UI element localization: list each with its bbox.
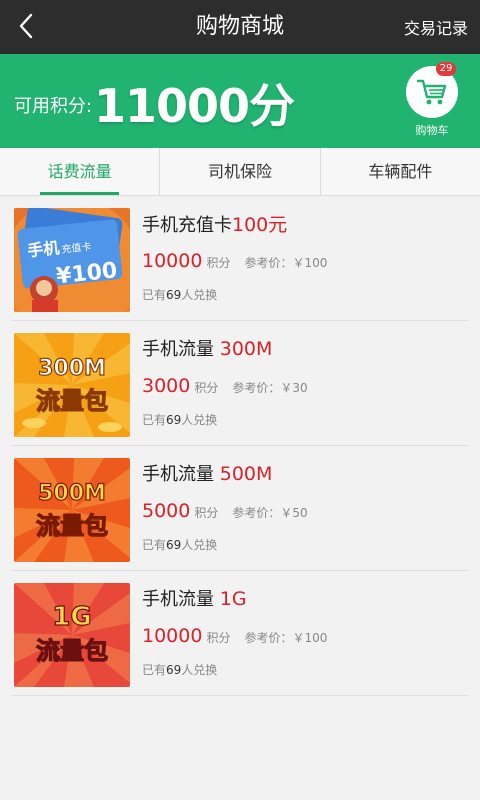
reference-price: 参考价：￥100 [244,631,328,645]
product-name-prefix: 手机流量 [142,464,214,485]
redeemed-prefix: 已有 [142,663,167,677]
redeemed-suffix: 人兑换 [181,663,218,677]
product-name-highlight: 100元 [232,214,288,236]
reference-price: 参考价：￥100 [244,256,328,270]
points-unit: 积分 [206,256,231,270]
redeemed-suffix: 人兑换 [181,413,218,427]
tab-driver-insurance[interactable]: 司机保险 [159,148,319,195]
image-bottom-text: 流量包 [36,637,108,665]
points-value: 11000分 [94,79,295,133]
product-name: 手机流量 1G [142,585,247,611]
reference-price: 参考价：￥30 [232,381,308,395]
redeemed-count: 已有69人兑换 [142,661,217,678]
reference-price: 参考价：￥50 [232,506,308,520]
product-price: 3000 积分 参考价：￥30 [142,375,308,397]
redeemed-count: 已有69人兑换 [142,286,217,303]
top-bar: 购物商城 交易记录 [0,0,480,54]
product-name-prefix: 手机充值卡 [142,215,232,236]
image-bottom-text: 流量包 [36,512,108,540]
points-label: 可用积分: [14,96,93,117]
category-tabs: 话费流量 司机保险 车辆配件 [0,148,480,196]
cart-label: 购物车 [415,124,449,137]
product-price: 5000 积分 参考价：￥50 [142,500,308,522]
list-item[interactable]: 300M 流量包 手机流量 300M 3000 积分 参考价：￥30 已有69人兑换 [12,321,468,446]
product-name-highlight: 1G [219,588,247,610]
product-image-data-300m: 300M 流量包 [14,333,130,437]
product-image-data-500m: 500M 流量包 [14,458,130,562]
points-price: 10000 [142,625,203,647]
points-banner: 可用积分: 11000分 29 购物车 [0,54,480,148]
redeemed-suffix: 人兑换 [181,288,218,302]
redeemed-prefix: 已有 [142,413,167,427]
list-item[interactable]: 1G 流量包 手机流量 1G 10000 积分 参考价：￥100 已有69人兑换 [12,571,468,696]
shopping-cart-icon [416,79,447,105]
redeemed-count: 已有69人兑换 [142,536,217,553]
redeemed-prefix: 已有 [142,538,167,552]
points-price: 3000 [142,375,191,397]
image-bottom-text: 流量包 [36,387,108,415]
product-image-data-1g: 1G 流量包 [14,583,130,687]
product-name-prefix: 手机流量 [142,589,214,610]
tab-phone-data[interactable]: 话费流量 [0,148,159,195]
cart-button[interactable]: 29 购物车 [406,62,458,138]
points-price: 10000 [142,250,203,272]
transaction-records-link[interactable]: 交易记录 [404,0,468,54]
product-name-highlight: 500M [219,463,273,485]
product-name-highlight: 300M [219,338,273,360]
product-name: 手机充值卡100元 [142,210,287,237]
product-name: 手机流量 300M [142,335,272,361]
redeemed-number: 69 [166,538,182,552]
points-unit: 积分 [194,381,219,395]
product-image-recharge-card: 手机 充值卡 ¥100 [14,208,130,312]
product-name-prefix: 手机流量 [142,339,214,360]
product-name: 手机流量 500M [142,460,272,486]
image-top-text: 300M [38,356,106,381]
list-item[interactable]: 500M 流量包 手机流量 500M 5000 积分 参考价：￥50 已有69人兑换 [12,446,468,571]
points-price: 5000 [142,500,191,522]
redeemed-number: 69 [166,413,182,427]
points-unit: 积分 [194,506,219,520]
svg-text:手机: 手机 [26,238,60,260]
redeemed-number: 69 [166,288,182,302]
points-unit: 积分 [206,631,231,645]
tab-vehicle-parts[interactable]: 车辆配件 [319,148,480,195]
list-item[interactable]: 手机 充值卡 ¥100 手机充值卡100元 10000 积分 参考价：￥100 已有… [12,196,468,321]
redeemed-number: 69 [166,663,182,677]
cart-count-badge: 29 [436,62,456,76]
image-top-text: 1G [52,602,91,632]
product-list: 手机 充值卡 ¥100 手机充值卡100元 10000 积分 参考价：￥100 已有… [0,196,480,696]
redeemed-prefix: 已有 [142,288,167,302]
redeemed-suffix: 人兑换 [181,538,218,552]
image-top-text: 500M [38,481,106,506]
product-price: 10000 积分 参考价：￥100 [142,625,327,647]
redeemed-count: 已有69人兑换 [142,411,217,428]
product-price: 10000 积分 参考价：￥100 [142,250,327,272]
